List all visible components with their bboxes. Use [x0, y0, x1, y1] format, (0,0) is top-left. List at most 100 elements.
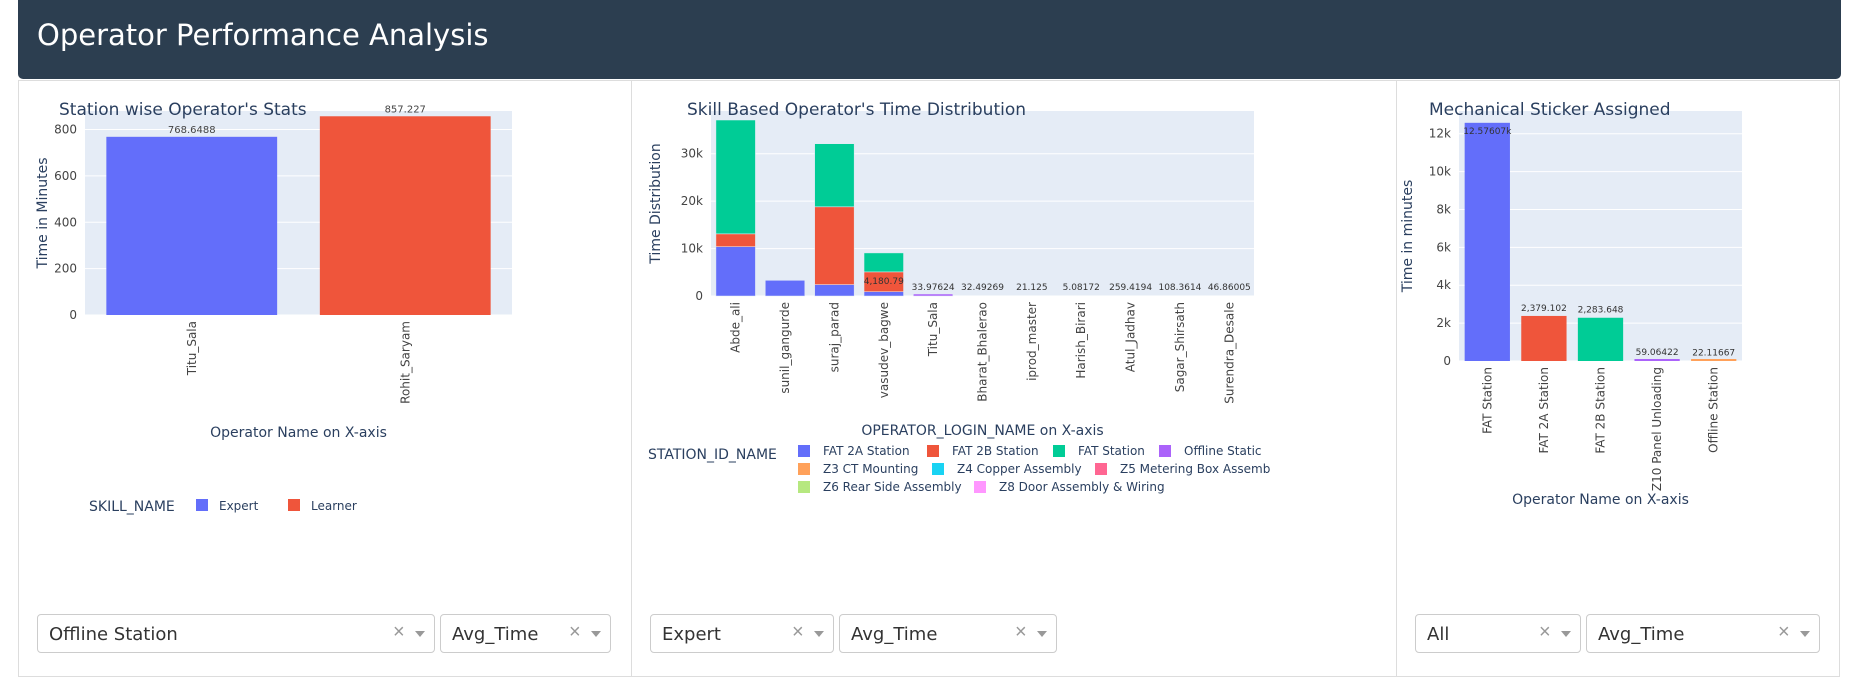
x-tick-label: Z10 Panel Unloading: [1650, 367, 1664, 491]
app-header: Operator Performance Analysis: [18, 0, 1841, 79]
data-label: 33.97624: [912, 283, 955, 293]
operator-filter-dropdown[interactable]: All ×: [1415, 614, 1581, 653]
skill-distribution-card: 0 10k 20k 30k Skill Based Operator's Time Di…: [631, 80, 1397, 677]
legend-label: FAT 2A Station: [823, 444, 910, 458]
legend-label: Z6 Rear Side Assembly: [823, 480, 962, 494]
legend-swatch: [927, 445, 939, 457]
bar-segment: [863, 291, 904, 297]
legend-swatch: [1159, 445, 1171, 457]
bar-segment: [814, 143, 855, 208]
clear-icon[interactable]: ×: [569, 621, 581, 644]
skill-distribution-chart: 0 10k 20k 30k Skill Based Operator's Time Di…: [648, 100, 1270, 494]
x-tick-label: Surendra_Desale: [1222, 302, 1236, 404]
plot-area: [711, 111, 1254, 296]
data-label: 857.227: [385, 104, 426, 115]
legend-label: FAT Station: [1078, 444, 1145, 458]
y-axis-title: Time in minutes: [1400, 180, 1416, 294]
chart-title: Station wise Operator's Stats: [59, 100, 307, 120]
chevron-down-icon[interactable]: [1800, 631, 1810, 637]
chart-title: Mechanical Sticker Assigned: [1429, 100, 1671, 120]
x-tick-label: Atul_Jadhav: [1124, 302, 1138, 372]
metric-filter-value: Avg_Time: [851, 624, 938, 645]
x-tick-label: Titu_Sala: [185, 321, 199, 376]
legend-swatch: [288, 499, 300, 511]
bar: [1521, 315, 1567, 361]
operator-filter-value: All: [1427, 624, 1450, 645]
legend-swatch: [798, 481, 810, 493]
x-tick-label: iprod_master: [1025, 302, 1039, 381]
bar-segment: [765, 280, 806, 297]
bar-segment: [715, 119, 756, 235]
metric-filter-value: Avg_Time: [452, 624, 539, 645]
bar-segment: [715, 233, 756, 247]
legend-swatch: [798, 463, 810, 475]
data-label: 32.49269: [961, 283, 1004, 293]
bar: [106, 136, 278, 315]
chart-title: Skill Based Operator's Time Distribution: [687, 100, 1026, 120]
y-tick-label: 600: [54, 169, 77, 183]
data-label: 4,180.79: [864, 277, 904, 287]
data-label: 2,379.102: [1521, 304, 1567, 314]
bar: [1577, 317, 1624, 361]
skill-filter-dropdown[interactable]: Expert ×: [650, 614, 834, 653]
x-axis-title: Operator Name on X-axis: [210, 425, 387, 441]
sticker-chart: 0 2k 4k 6k 8k 10k 12k Mechanical Sticker Assign…: [1400, 100, 1742, 508]
y-tick-label: 800: [54, 123, 77, 137]
x-tick-label: Harish_Birari: [1074, 302, 1088, 379]
legend-label: Z8 Door Assembly & Wiring: [999, 480, 1165, 494]
y-tick-label: 400: [54, 215, 77, 229]
legend-swatch: [1053, 445, 1065, 457]
clear-icon[interactable]: ×: [792, 621, 804, 644]
x-tick-label: suraj_parad: [827, 302, 841, 372]
station-filter-value: Offline Station: [49, 624, 178, 645]
y-tick-label: 20k: [681, 194, 703, 208]
x-axis-title: Operator Name on X-axis: [1512, 492, 1689, 508]
y-tick-label: 0: [695, 289, 703, 303]
metric-filter-dropdown[interactable]: Avg_Time ×: [1586, 614, 1820, 653]
bar-segment: [913, 293, 954, 297]
bar-segment: [715, 246, 756, 297]
data-label: 12.57607k: [1463, 127, 1512, 137]
y-tick-label: 30k: [681, 147, 703, 161]
x-tick-label: sunil_gangurde: [778, 302, 792, 394]
bar: [319, 116, 491, 315]
x-tick-label: FAT 2A Station: [1537, 367, 1551, 454]
chevron-down-icon[interactable]: [1561, 631, 1571, 637]
chevron-down-icon[interactable]: [415, 631, 425, 637]
clear-icon[interactable]: ×: [1539, 621, 1551, 644]
data-label: 108.3614: [1158, 283, 1201, 293]
y-axis-title: Time Distribution: [648, 143, 664, 264]
chevron-down-icon[interactable]: [814, 631, 824, 637]
data-label: 2,283.648: [1578, 306, 1624, 316]
clear-icon[interactable]: ×: [393, 621, 405, 644]
metric-filter-value: Avg_Time: [1598, 624, 1685, 645]
clear-icon[interactable]: ×: [1778, 621, 1790, 644]
legend-label: FAT 2B Station: [952, 444, 1039, 458]
bar-segment: [814, 206, 855, 285]
legend-title: SKILL_NAME: [89, 499, 175, 515]
legend-label: Learner: [311, 499, 357, 513]
station-filter-dropdown[interactable]: Offline Station ×: [37, 614, 435, 653]
x-tick-label: FAT 2B Station: [1594, 367, 1608, 454]
data-label: 259.4194: [1109, 283, 1152, 293]
page-title: Operator Performance Analysis: [37, 18, 489, 52]
y-tick-label: 0: [1443, 354, 1451, 368]
y-tick-label: 8k: [1436, 202, 1451, 216]
chevron-down-icon[interactable]: [591, 631, 601, 637]
clear-icon[interactable]: ×: [1015, 621, 1027, 644]
x-tick-label: Titu_Sala: [926, 302, 940, 357]
metric-filter-dropdown[interactable]: Avg_Time ×: [839, 614, 1057, 653]
data-label: 21.125: [1016, 283, 1048, 293]
x-tick-label: Rohit_Saryam: [398, 321, 412, 404]
legend-label: Expert: [219, 499, 259, 513]
y-tick-label: 6k: [1436, 240, 1451, 254]
y-tick-label: 200: [54, 262, 77, 276]
legend-label: Z4 Copper Assembly: [957, 462, 1082, 476]
x-axis-title: OPERATOR_LOGIN_NAME on X-axis: [861, 423, 1103, 439]
data-label: 22.11667: [1692, 349, 1735, 359]
x-tick-label: Sagar_Shirsath: [1173, 302, 1187, 392]
legend-swatch: [1095, 463, 1107, 475]
chevron-down-icon[interactable]: [1037, 631, 1047, 637]
metric-filter-dropdown[interactable]: Avg_Time ×: [440, 614, 611, 653]
legend-swatch: [196, 499, 208, 511]
